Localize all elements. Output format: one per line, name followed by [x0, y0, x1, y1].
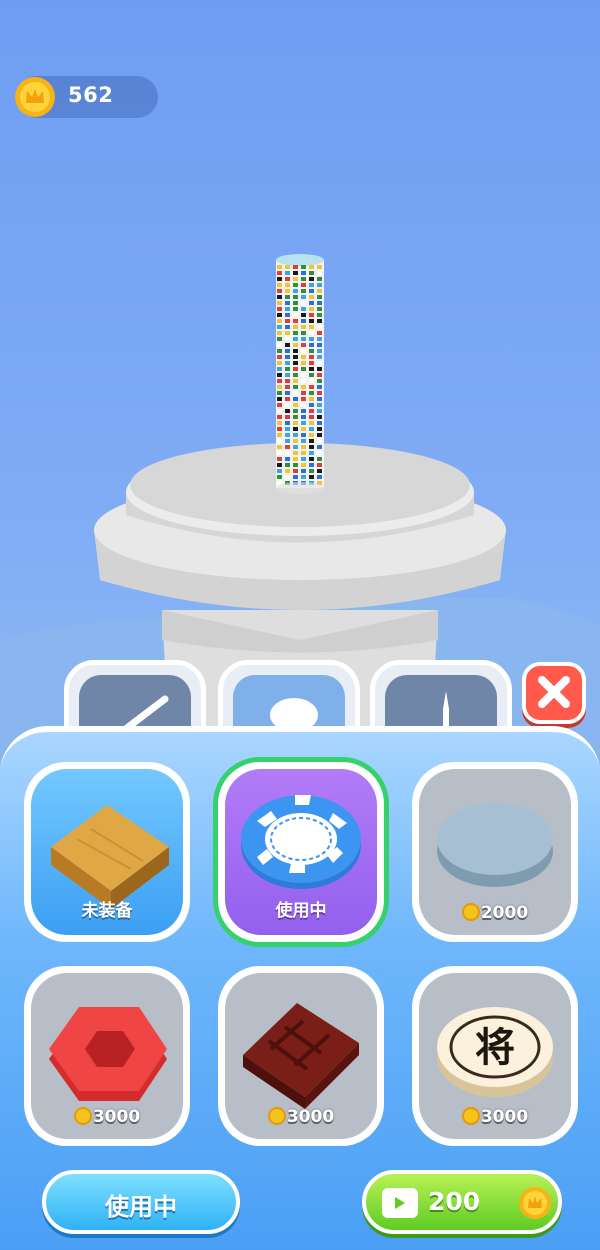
coin-icon: [267, 1107, 286, 1125]
tile-tower: [276, 254, 324, 494]
item-card-grey-disc[interactable]: 2000: [412, 762, 578, 942]
item-card-wood-block[interactable]: 未装备: [24, 762, 190, 942]
chess-glyph: 将: [475, 1025, 515, 1071]
item-price: 3000: [31, 1107, 183, 1127]
item-card-chess-piece[interactable]: 将 3000: [412, 966, 578, 1146]
video-reward-amount: 200: [428, 1187, 481, 1216]
item-card-red-hexagon[interactable]: 3000: [24, 966, 190, 1146]
coin-count: 562: [68, 83, 114, 107]
item-card-poker-chip[interactable]: 使用中: [218, 762, 384, 942]
coin-icon: [73, 1107, 92, 1125]
coin-counter: 562: [15, 76, 158, 118]
close-icon: [538, 676, 570, 708]
item-price: 2000: [419, 903, 571, 923]
coin-icon: [461, 1107, 480, 1125]
item-card-chocolate-bar[interactable]: 3000: [218, 966, 384, 1146]
item-price: 3000: [419, 1107, 571, 1127]
item-label: 未装备: [81, 901, 133, 921]
crown-coin-icon: [519, 1187, 551, 1219]
watch-video-button[interactable]: 200: [362, 1170, 562, 1234]
in-use-button[interactable]: 使用中: [42, 1170, 240, 1234]
close-button[interactable]: [522, 662, 586, 724]
in-use-label: 使用中: [105, 1193, 177, 1221]
crown-coin-icon: [15, 77, 55, 117]
coin-icon: [461, 903, 480, 921]
item-price: 3000: [225, 1107, 377, 1127]
video-icon: [382, 1188, 418, 1218]
item-label: 使用中: [275, 901, 327, 921]
